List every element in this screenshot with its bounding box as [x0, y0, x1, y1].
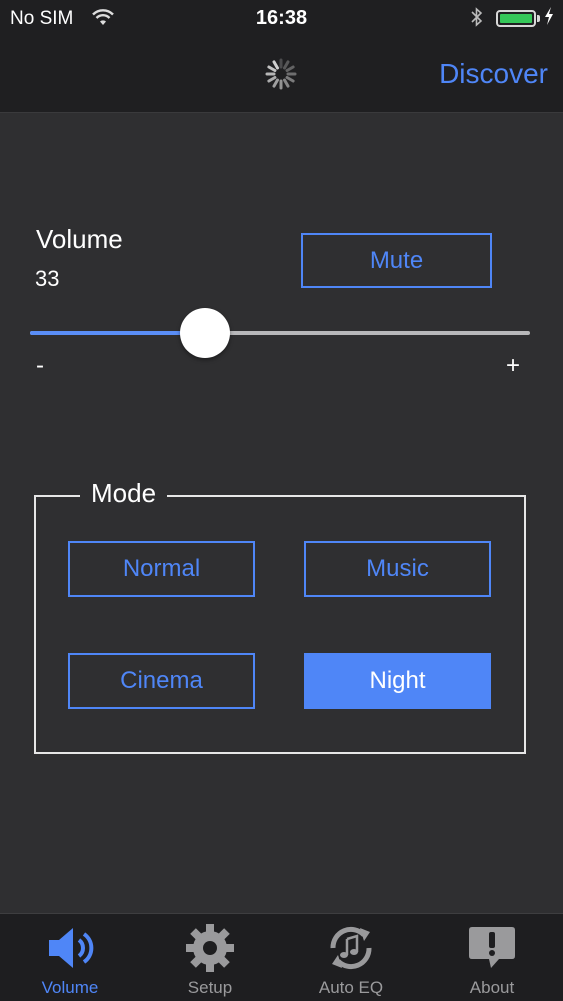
top-bar: No SIM 16:38 Discover: [0, 0, 563, 113]
speaker-icon: [49, 928, 94, 968]
spinner-spoke: [283, 78, 290, 88]
mode-group: [34, 495, 526, 754]
mode-title: Mode: [80, 478, 168, 509]
volume-label: Volume: [36, 224, 123, 254]
tab-about-label: About: [469, 978, 515, 997]
spinner-spoke: [272, 78, 279, 88]
mode-cinema-button[interactable]: Cinema: [68, 653, 255, 709]
spinner-spoke: [283, 60, 290, 70]
spinner-spoke: [272, 60, 279, 70]
bluetooth-icon: [470, 7, 484, 32]
charging-icon: [543, 6, 555, 31]
auto-eq-icon: [330, 926, 372, 970]
tab-auto-eq-label: Auto EQ: [318, 978, 384, 997]
tab-about[interactable]: About: [437, 914, 547, 1001]
spinner-spoke: [267, 65, 277, 72]
tab-volume[interactable]: Volume: [15, 914, 125, 1001]
spinner-spoke: [267, 76, 277, 83]
mode-music-button[interactable]: Music: [304, 541, 491, 597]
tab-volume-label: Volume: [41, 978, 99, 997]
loading-spinner-icon: [262, 55, 300, 98]
mute-button[interactable]: Mute: [301, 233, 492, 288]
mode-normal-button[interactable]: Normal: [68, 541, 255, 597]
volume-value: 33: [35, 266, 60, 291]
tab-bar: Volume Setup Auto EQ About: [0, 913, 563, 1001]
battery-icon: [496, 10, 536, 27]
discover-button[interactable]: Discover: [439, 58, 548, 90]
slider-fill: [30, 331, 205, 335]
tab-setup-label: Setup: [187, 978, 233, 997]
spinner-spoke: [285, 76, 295, 83]
tab-auto-eq[interactable]: Auto EQ: [296, 914, 406, 1001]
volume-slider[interactable]: [30, 308, 530, 358]
tab-setup[interactable]: Setup: [155, 914, 265, 1001]
slider-thumb[interactable]: [180, 308, 230, 358]
gear-icon: [186, 924, 234, 972]
volume-max-label: +: [506, 352, 521, 379]
battery-tip: [537, 15, 540, 22]
spinner-spoke: [285, 65, 295, 72]
volume-min-label: -: [36, 352, 44, 379]
about-icon: [469, 927, 515, 968]
mode-night-button[interactable]: Night: [304, 653, 491, 709]
